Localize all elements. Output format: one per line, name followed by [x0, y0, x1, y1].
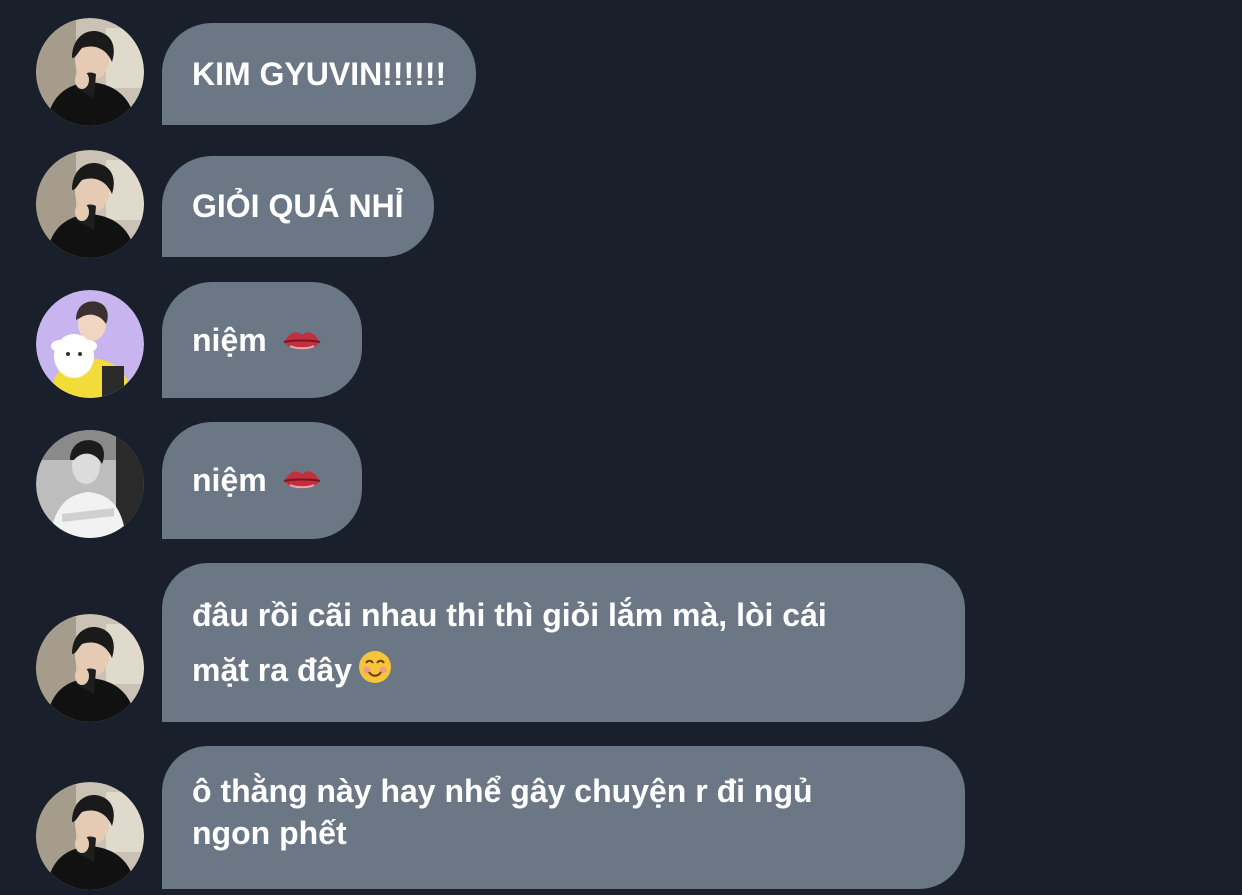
avatar[interactable] [36, 430, 144, 538]
message-text: KIM GYUVIN!!!!!! [192, 56, 447, 92]
message-text: niệm [192, 322, 267, 358]
avatar[interactable] [36, 614, 144, 722]
lips-icon [282, 285, 322, 401]
message-bubble[interactable]: KIM GYUVIN!!!!!! [162, 23, 477, 125]
message-text: niệm [192, 462, 267, 498]
message-bubble[interactable]: đâu rồi cãi nhau thi thì giỏi lắm mà, lò… [162, 563, 965, 722]
message-text-line: ô thằng này hay nhể gây chuyện r đi ngủ [192, 773, 813, 809]
message-text-line: đâu rồi cãi nhau thi thì giỏi lắm mà, lò… [192, 597, 827, 633]
chat-thread: KIM GYUVIN!!!!!! GIỎI QUÁ NHỈ niệm niệm [0, 0, 1242, 895]
message-text-line: mặt ra đây [192, 644, 935, 699]
lips-icon [282, 424, 322, 541]
avatar[interactable] [36, 782, 144, 890]
avatar[interactable] [36, 18, 144, 126]
message-bubble[interactable]: GIỎI QUÁ NHỈ [162, 156, 434, 257]
avatar[interactable] [36, 290, 144, 398]
avatar[interactable] [36, 150, 144, 258]
message-bubble[interactable]: niệm [162, 282, 362, 398]
message-bubble[interactable]: ô thằng này hay nhể gây chuyện r đi ngủ … [162, 746, 965, 889]
message-text-line: ngon phết [192, 815, 347, 851]
message-text: GIỎI QUÁ NHỈ [192, 188, 404, 224]
message-bubble[interactable]: niệm [162, 422, 362, 539]
message-text: mặt ra đây [192, 652, 353, 688]
smiling-face-icon [358, 647, 393, 699]
